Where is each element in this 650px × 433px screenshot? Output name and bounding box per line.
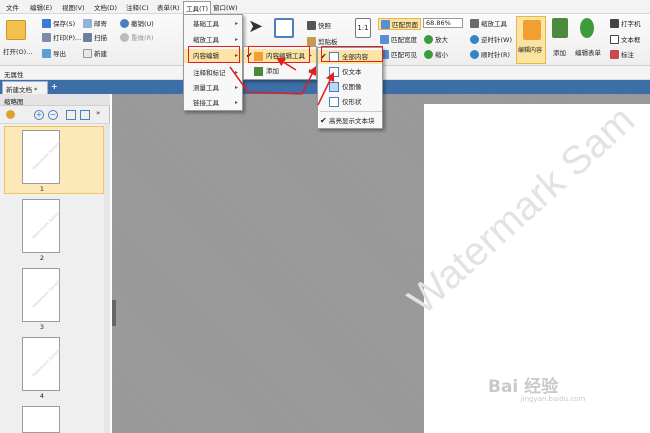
annotation-arrow-line — [301, 65, 317, 95]
annotation-arrow-line — [276, 57, 297, 71]
annotation-arrow-line — [229, 66, 249, 93]
annotation-arrow-line — [317, 71, 335, 106]
annotation-arrow-line — [247, 91, 303, 95]
annotation-arrows — [229, 57, 335, 106]
